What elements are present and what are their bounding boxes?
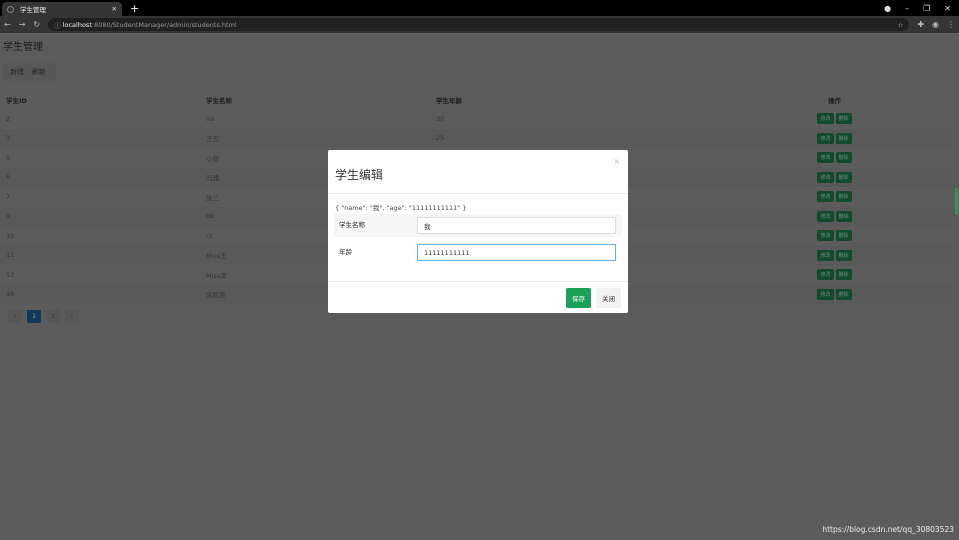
header-actions: 操作: [828, 97, 841, 105]
age-input[interactable]: [417, 244, 616, 261]
avatar[interactable]: ◉: [932, 20, 939, 29]
cell-id: 3: [0, 128, 200, 148]
cell-name: lisi: [206, 114, 215, 123]
name-label: 学生名称: [339, 221, 365, 229]
tab-bar: 学生管理 ✕ + ● – ❐ ✕: [0, 0, 959, 16]
cell-name: 王五: [200, 128, 430, 148]
delete-button[interactable]: 删除: [835, 269, 852, 281]
cell-actions: 修改 删除: [710, 206, 959, 226]
refresh-button[interactable]: 刷新: [29, 67, 49, 77]
cell-id: 6: [0, 167, 200, 187]
minimize-button[interactable]: –: [905, 4, 909, 13]
cell-id: 9: [0, 206, 200, 226]
cell-actions: 修改 删除: [710, 226, 959, 246]
delete-button[interactable]: 删除: [835, 249, 852, 261]
cell-actions: 修改 删除: [710, 167, 959, 187]
forward-icon[interactable]: →: [19, 20, 26, 29]
extensions-icon[interactable]: ✚: [917, 20, 924, 29]
cell-id: 10: [6, 231, 15, 240]
cell-actions: 修改 删除: [710, 265, 959, 285]
close-icon[interactable]: ×: [613, 157, 620, 166]
new-tab-button[interactable]: +: [130, 2, 139, 15]
cell-actions: 修改 删除: [710, 148, 959, 168]
close-tab-icon[interactable]: ✕: [112, 5, 117, 13]
browser-tab[interactable]: 学生管理 ✕: [2, 2, 122, 16]
edit-button[interactable]: 修改: [817, 210, 834, 222]
scrollbar[interactable]: [955, 188, 958, 215]
cell-age: 30: [436, 114, 445, 123]
table-row: 2 lisi 30 修改 删除: [0, 109, 959, 129]
header-age: 学生年龄: [436, 97, 462, 105]
cell-id: 5: [6, 153, 11, 162]
new-button[interactable]: 新建: [7, 67, 27, 77]
cell-id: 7: [6, 192, 11, 201]
name-input[interactable]: [417, 217, 616, 234]
menu-icon[interactable]: ⋮: [947, 20, 955, 29]
back-icon[interactable]: ←: [4, 20, 11, 29]
student-edit-modal: 学生编辑 × { "name": "我", "age": "1111111111…: [328, 150, 628, 313]
modal-title: 学生编辑: [328, 150, 628, 194]
page-title: 学生管理: [3, 42, 43, 53]
json-preview: { "name": "我", "age": "11111111111" }: [335, 204, 467, 212]
delete-button[interactable]: 删除: [835, 113, 852, 125]
bookmark-star-icon[interactable]: ☆: [897, 21, 903, 29]
delete-button[interactable]: 删除: [835, 132, 852, 144]
cell-id: 16: [0, 284, 200, 304]
profile-icon[interactable]: ●: [884, 4, 891, 13]
delete-button[interactable]: 删除: [835, 191, 852, 203]
save-button[interactable]: 保存: [566, 287, 591, 308]
page-1[interactable]: 1: [27, 310, 41, 323]
delete-button[interactable]: 删除: [835, 152, 852, 164]
edit-button[interactable]: 修改: [817, 269, 834, 281]
header-name: 学生名称: [206, 97, 232, 105]
cell-actions: 修改 删除: [710, 109, 959, 129]
cell-actions: 修改 删除: [710, 245, 959, 265]
edit-button[interactable]: 修改: [817, 288, 834, 300]
edit-button[interactable]: 修改: [817, 230, 834, 242]
delete-button[interactable]: 删除: [835, 230, 852, 242]
reload-icon[interactable]: ↻: [33, 20, 40, 29]
close-window-button[interactable]: ✕: [944, 4, 951, 13]
cell-age: 25: [430, 128, 710, 148]
cell-id: 2: [6, 114, 11, 123]
edit-button[interactable]: 修改: [817, 152, 834, 164]
page-2[interactable]: 2: [46, 310, 60, 323]
cell-id: 11: [0, 245, 200, 265]
delete-button[interactable]: 删除: [835, 171, 852, 183]
delete-button[interactable]: 删除: [835, 288, 852, 300]
edit-button[interactable]: 修改: [817, 191, 834, 203]
header-id: 学生ID: [6, 97, 27, 105]
watermark: https://blog.csdn.net/qq_30803523: [822, 525, 954, 534]
address-bar-row: ← → ↻ ⓘ localhost:8080/StudentManager/admi…: [0, 16, 959, 33]
cell-id: 12: [6, 270, 15, 279]
age-label: 年龄: [339, 248, 352, 256]
prev-page[interactable]: ‹: [8, 310, 22, 323]
edit-button[interactable]: 修改: [817, 171, 834, 183]
delete-button[interactable]: 删除: [835, 210, 852, 222]
cell-actions: 修改 删除: [710, 284, 959, 304]
cell-actions: 修改 删除: [710, 187, 959, 207]
edit-button[interactable]: 修改: [817, 113, 834, 125]
url-input[interactable]: ⓘ localhost:8080/StudentManager/admin/st…: [48, 18, 910, 31]
edit-button[interactable]: 修改: [817, 249, 834, 261]
close-button[interactable]: 关闭: [596, 287, 621, 308]
next-page[interactable]: ›: [65, 310, 79, 323]
edit-button[interactable]: 修改: [817, 132, 834, 144]
table-row: 3 王五 25 修改 删除: [0, 128, 959, 148]
globe-icon: [7, 5, 14, 13]
cell-actions: 修改 删除: [710, 128, 959, 148]
restore-button[interactable]: ❐: [923, 4, 930, 13]
